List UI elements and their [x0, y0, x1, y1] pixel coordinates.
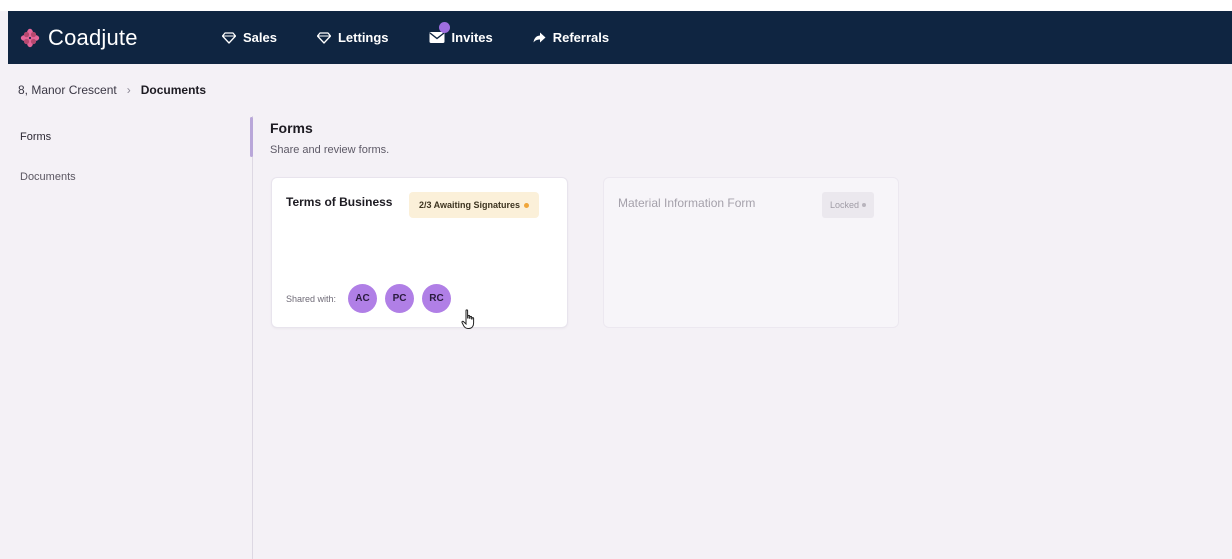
chevron-right-icon: › — [126, 83, 131, 97]
breadcrumb: 8, Manor Crescent › Documents — [18, 83, 206, 97]
sidebar-item-documents[interactable]: Documents — [20, 171, 76, 183]
shared-with-row: Shared with: AC PC RC — [286, 284, 459, 313]
form-card-material-information: Material Information Form Locked — [603, 177, 899, 328]
notification-dot — [438, 22, 450, 33]
sidebar-divider — [252, 116, 253, 559]
top-navbar: Coadjute Sales Lettings Invites Referral… — [8, 11, 1232, 64]
page-body: 8, Manor Crescent › Documents Forms Docu… — [8, 64, 1232, 559]
avatar[interactable]: PC — [385, 284, 415, 313]
arrow-forward-icon — [533, 32, 546, 43]
coadjute-logo-icon — [20, 28, 40, 48]
status-dot-icon — [862, 203, 867, 207]
nav-invites[interactable]: Invites — [429, 22, 493, 45]
nav-lettings[interactable]: Lettings — [316, 30, 389, 45]
card-title: Material Information Form — [618, 196, 756, 210]
brand-name: Coadjute — [48, 24, 138, 50]
avatar[interactable]: RC — [422, 284, 452, 313]
nav-sales-label: Sales — [243, 30, 277, 45]
hand-pointer-cursor-icon — [461, 309, 477, 336]
status-dot-icon — [524, 202, 530, 208]
gem-icon — [316, 31, 331, 44]
active-section-indicator — [250, 117, 253, 157]
sidebar-item-forms[interactable]: Forms — [20, 131, 51, 143]
shared-with-label: Shared with: — [286, 293, 337, 304]
browser-top-strip — [0, 0, 1232, 11]
card-title: Terms of Business — [286, 195, 393, 209]
breadcrumb-parent[interactable]: 8, Manor Crescent — [18, 83, 117, 97]
nav-referrals-label: Referrals — [552, 30, 610, 45]
status-badge-label: 2/3 Awaiting Signatures — [419, 200, 521, 210]
status-badge: 2/3 Awaiting Signatures — [409, 192, 540, 218]
nav-sales[interactable]: Sales — [222, 30, 277, 45]
breadcrumb-current: Documents — [140, 83, 207, 97]
form-card-terms-of-business[interactable]: Terms of Business 2/3 Awaiting Signature… — [271, 177, 568, 328]
page-title: Forms — [270, 120, 313, 136]
nav-referrals[interactable]: Referrals — [533, 30, 609, 45]
page-subtitle: Share and review forms. — [270, 144, 390, 156]
avatar[interactable]: AC — [348, 284, 378, 313]
nav-invites-label: Invites — [451, 30, 493, 45]
gem-icon — [222, 31, 236, 44]
envelope-icon — [429, 32, 445, 43]
sidebar: Forms Documents — [8, 116, 252, 559]
nav-lettings-label: Lettings — [337, 30, 389, 45]
locked-badge: Locked — [822, 192, 875, 218]
locked-badge-label: Locked — [830, 200, 860, 210]
brand[interactable]: Coadjute — [20, 25, 208, 51]
